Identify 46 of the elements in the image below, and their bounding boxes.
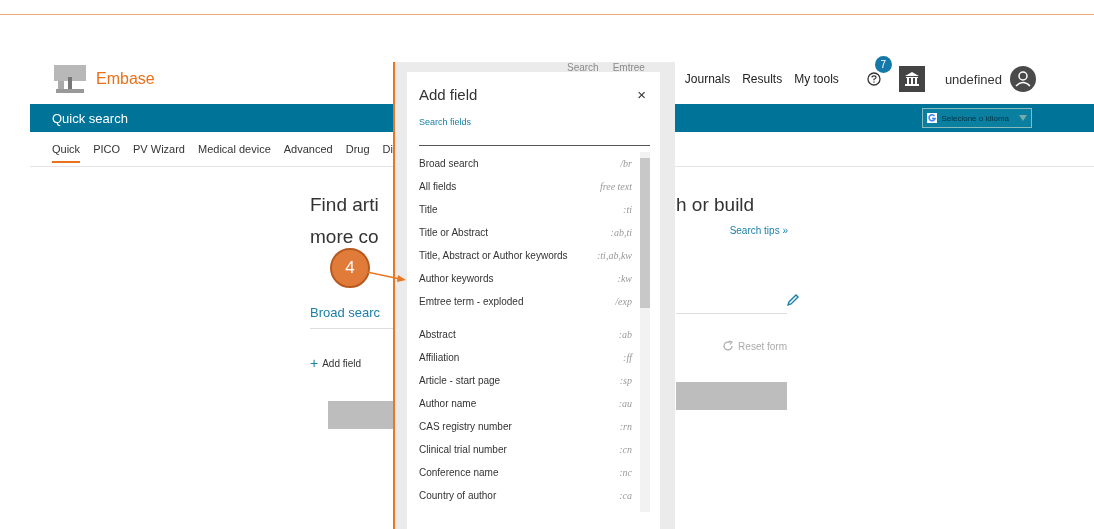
search-tab[interactable]: PICO [93,135,121,163]
pencil-icon[interactable] [786,293,800,307]
nav-link[interactable]: Results [742,72,783,86]
field-option[interactable]: Title, Abstract or Author keywords :ti,ab,kw [419,244,640,267]
banner-title: Quick search [52,110,128,126]
plus-sign[interactable]: + [310,355,319,371]
field-option[interactable]: Affiliation :ff [419,346,640,369]
scrollbar[interactable] [640,152,650,512]
field-option[interactable]: Article - start page :sp [419,369,640,392]
field-option[interactable]: All fields free text [419,175,640,198]
close-button[interactable]: × [633,86,650,103]
field-option[interactable]: CAS registry number :rn [419,415,640,438]
g-logo-icon [927,113,938,123]
search-fields-label: Search fields [419,117,473,127]
user-name[interactable]: undefined [944,71,1002,87]
field-option[interactable]: Broad search /br [419,152,640,175]
field-label[interactable]: Broad searc [310,305,394,320]
search-tab[interactable]: Drug [345,135,370,163]
field-option[interactable]: Conference name :nc [419,461,640,484]
nav-link[interactable]: My tools [794,72,839,86]
search-tab[interactable]: Quick [52,135,81,163]
field-option[interactable]: Abstract :ab [419,323,640,346]
field-option[interactable]: Title :ti [419,198,640,221]
add-field-link[interactable]: Add field [322,357,362,369]
field-option[interactable]: Country of author :ca [419,484,640,507]
search-tab[interactable]: Advanced [283,135,333,163]
field-option[interactable]: Emtree term - exploded /exp [419,290,640,313]
field-option[interactable]: Title or Abstract :ab,ti [419,221,640,244]
search-tips-link[interactable]: Search tips » [729,225,788,245]
page-heading: Find arti [310,193,380,217]
nav-link[interactable]: Journals [684,72,731,86]
institution-icon[interactable] [898,66,925,92]
user-avatar-icon[interactable] [1010,66,1036,92]
notification-badge: 7 [874,56,892,73]
step-number-badge: 4 [330,248,370,288]
caret-icon [1019,115,1027,121]
field-option[interactable]: Author name :au [419,392,640,415]
search-tab[interactable]: Di [382,135,393,163]
search-tab[interactable]: PV Wizard [133,135,185,163]
help-icon[interactable] [866,72,881,86]
page-heading: more co [310,225,380,249]
dialog-title: Add field [419,86,478,103]
field-option[interactable]: Clinical trial number :cn [419,438,640,461]
search-tab[interactable]: Medical device [198,135,271,163]
field-option[interactable]: Author keywords :kw [419,267,640,290]
page-heading: h or build [676,193,756,217]
